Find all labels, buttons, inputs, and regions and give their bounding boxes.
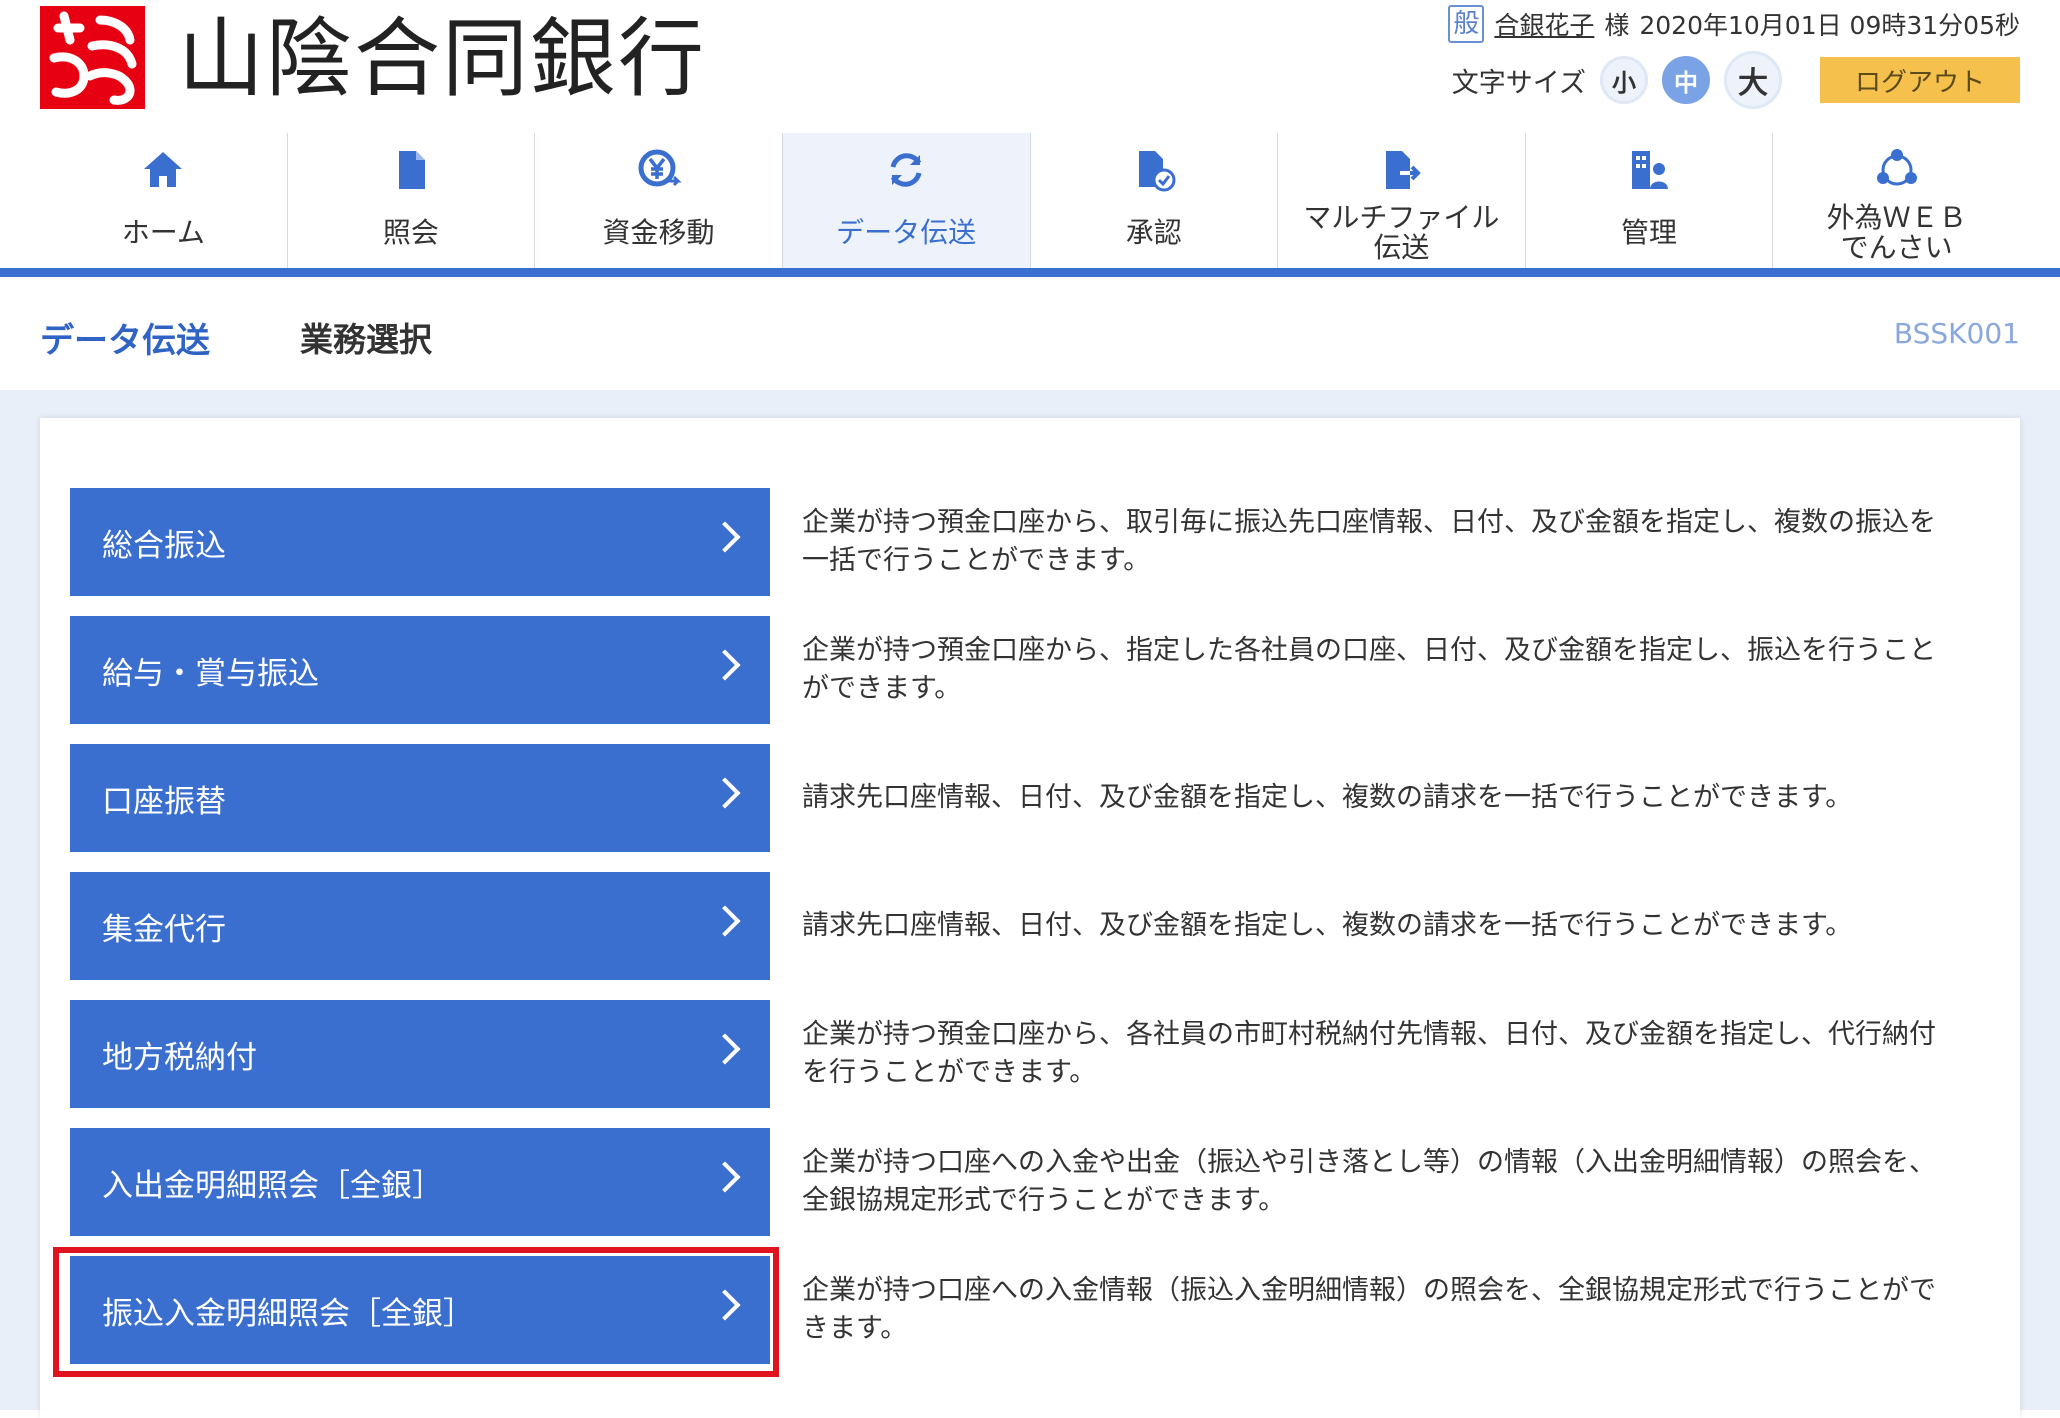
menu-row: 集金代行 請求先口座情報、日付、及び金額を指定し、複数の請求を一括で行うことがで… <box>70 872 1970 980</box>
font-size-controls: 文字サイズ 小 中 大 ログアウト <box>1451 51 2020 109</box>
sync-icon <box>880 145 932 195</box>
nav-item-home[interactable]: ホーム <box>40 133 288 268</box>
chevron-right-icon <box>709 1033 741 1065</box>
chevron-right-icon <box>709 1289 741 1321</box>
approval-icon <box>1128 145 1180 195</box>
menu-button-label: 集金代行 <box>102 911 226 948</box>
menu-description: 企業が持つ口座への入金や出金（振込や引き落とし等）の情報（入出金明細情報）の照会… <box>802 1147 1936 1216</box>
screen-id: BSSK001 <box>1893 317 2020 350</box>
nav-item-label: 外為ＷＥＢ でんさい <box>1826 201 1967 264</box>
user-honorific: 様 <box>1604 11 1630 40</box>
nav-item-multi-file-transfer[interactable]: マルチファイル 伝送 <box>1278 133 1526 268</box>
menu-row: 総合振込 企業が持つ預金口座から、取引毎に振込先口座情報、日付、及び金額を指定し… <box>70 488 1970 596</box>
network-icon <box>1871 145 1923 195</box>
page-category: データ伝送 <box>40 321 210 361</box>
nav-item-inquiry[interactable]: 照会 <box>288 133 536 268</box>
nav-underline <box>0 268 2060 277</box>
menu-panel: 総合振込 企業が持つ預金口座から、取引毎に振込先口座情報、日付、及び金額を指定し… <box>40 418 2020 1418</box>
menu-row: 給与・賞与振込 企業が持つ預金口座から、指定した各社員の口座、日付、及び金額を指… <box>70 616 1970 724</box>
main-nav: ホーム 照会 資金移動 データ伝送 承認 マルチファイル 伝送 管理 外為ＷＥＢ… <box>40 133 2020 268</box>
nav-item-label: マルチファイル 伝送 <box>1303 201 1500 264</box>
font-size-small-button[interactable]: 小 <box>1600 56 1648 104</box>
home-icon <box>137 145 189 195</box>
menu-description: 請求先口座情報、日付、及び金額を指定し、複数の請求を一括で行うことができます。 <box>802 910 1853 941</box>
menu-button-transfer-deposit-inquiry[interactable]: 振込入金明細照会［全銀］ <box>70 1256 770 1364</box>
logout-button[interactable]: ログアウト <box>1820 57 2020 103</box>
nav-item-approval[interactable]: 承認 <box>1031 133 1279 268</box>
user-info: 般 合銀花子 様 2020年10月01日 09時31分05秒 <box>1448 4 2020 44</box>
menu-button-account-transfer[interactable]: 口座振替 <box>70 744 770 852</box>
yen-transfer-icon <box>633 145 685 195</box>
admin-icon <box>1623 145 1675 195</box>
menu-row: 入出金明細照会［全銀］ 企業が持つ口座への入金や出金（振込や引き落とし等）の情報… <box>70 1128 1970 1236</box>
menu-description: 企業が持つ預金口座から、各社員の市町村税納付先情報、日付、及び金額を指定し、代行… <box>802 1019 1936 1088</box>
menu-button-label: 総合振込 <box>102 527 226 564</box>
nav-item-forex-web-densai[interactable]: 外為ＷＥＢ でんさい <box>1773 133 2020 268</box>
bank-logo-icon <box>40 6 145 109</box>
chevron-right-icon <box>709 1161 741 1193</box>
nav-item-label: 承認 <box>1125 216 1182 249</box>
menu-button-collection-agency[interactable]: 集金代行 <box>70 872 770 980</box>
menu-description: 企業が持つ口座への入金情報（振込入金明細情報）の照会を、全銀協規定形式で行うこと… <box>802 1275 1936 1344</box>
menu-button-salary-transfer[interactable]: 給与・賞与振込 <box>70 616 770 724</box>
nav-item-data-transfer[interactable]: データ伝送 <box>782 133 1031 268</box>
chevron-right-icon <box>709 649 741 681</box>
menu-row: 口座振替 請求先口座情報、日付、及び金額を指定し、複数の請求を一括で行うことがで… <box>70 744 1970 852</box>
menu-button-label: 入出金明細照会［全銀］ <box>102 1167 443 1204</box>
menu-row: 地方税納付 企業が持つ預金口座から、各社員の市町村税納付先情報、日付、及び金額を… <box>70 1000 1970 1108</box>
menu-button-label: 地方税納付 <box>102 1039 257 1076</box>
menu-description: 請求先口座情報、日付、及び金額を指定し、複数の請求を一括で行うことができます。 <box>802 782 1853 813</box>
bank-name: 山陰合同銀行 <box>178 9 706 109</box>
nav-item-label: ホーム <box>121 216 205 249</box>
menu-button-label: 口座振替 <box>102 783 226 820</box>
title-band: データ伝送 業務選択 BSSK001 <box>0 277 2060 390</box>
menu-button-general-transfer[interactable]: 総合振込 <box>70 488 770 596</box>
nav-item-admin[interactable]: 管理 <box>1526 133 1774 268</box>
login-datetime: 2020年10月01日 09時31分05秒 <box>1639 11 2020 40</box>
nav-item-fund-transfer[interactable]: 資金移動 <box>535 133 783 268</box>
file-send-icon <box>1375 145 1427 195</box>
document-icon <box>385 145 437 195</box>
chevron-right-icon <box>709 521 741 553</box>
font-size-label: 文字サイズ <box>1451 67 1586 99</box>
menu-description: 企業が持つ預金口座から、取引毎に振込先口座情報、日付、及び金額を指定し、複数の振… <box>802 507 1936 576</box>
menu-button-label: 振込入金明細照会［全銀］ <box>102 1295 474 1332</box>
font-size-medium-button[interactable]: 中 <box>1662 56 1710 104</box>
nav-item-label: 資金移動 <box>602 216 715 249</box>
menu-button-deposit-withdrawal-inquiry[interactable]: 入出金明細照会［全銀］ <box>70 1128 770 1236</box>
menu-description: 企業が持つ預金口座から、指定した各社員の口座、日付、及び金額を指定し、振込を行う… <box>802 635 1936 704</box>
nav-item-label: 管理 <box>1621 216 1678 249</box>
nav-item-label: データ伝送 <box>836 216 977 249</box>
page-title: 業務選択 <box>300 320 432 359</box>
user-name-link[interactable]: 合銀花子 <box>1494 6 1594 42</box>
menu-button-label: 給与・賞与振込 <box>102 655 319 692</box>
menu-button-local-tax-payment[interactable]: 地方税納付 <box>70 1000 770 1108</box>
font-size-large-button[interactable]: 大 <box>1724 51 1782 109</box>
user-kind-badge: 般 <box>1448 5 1485 43</box>
nav-item-label: 照会 <box>382 216 439 249</box>
header: 山陰合同銀行 般 合銀花子 様 2020年10月01日 09時31分05秒 文字… <box>0 0 2060 130</box>
menu-row: 振込入金明細照会［全銀］ 企業が持つ口座への入金情報（振込入金明細情報）の照会を… <box>70 1256 1970 1364</box>
chevron-right-icon <box>709 777 741 809</box>
chevron-right-icon <box>709 905 741 937</box>
